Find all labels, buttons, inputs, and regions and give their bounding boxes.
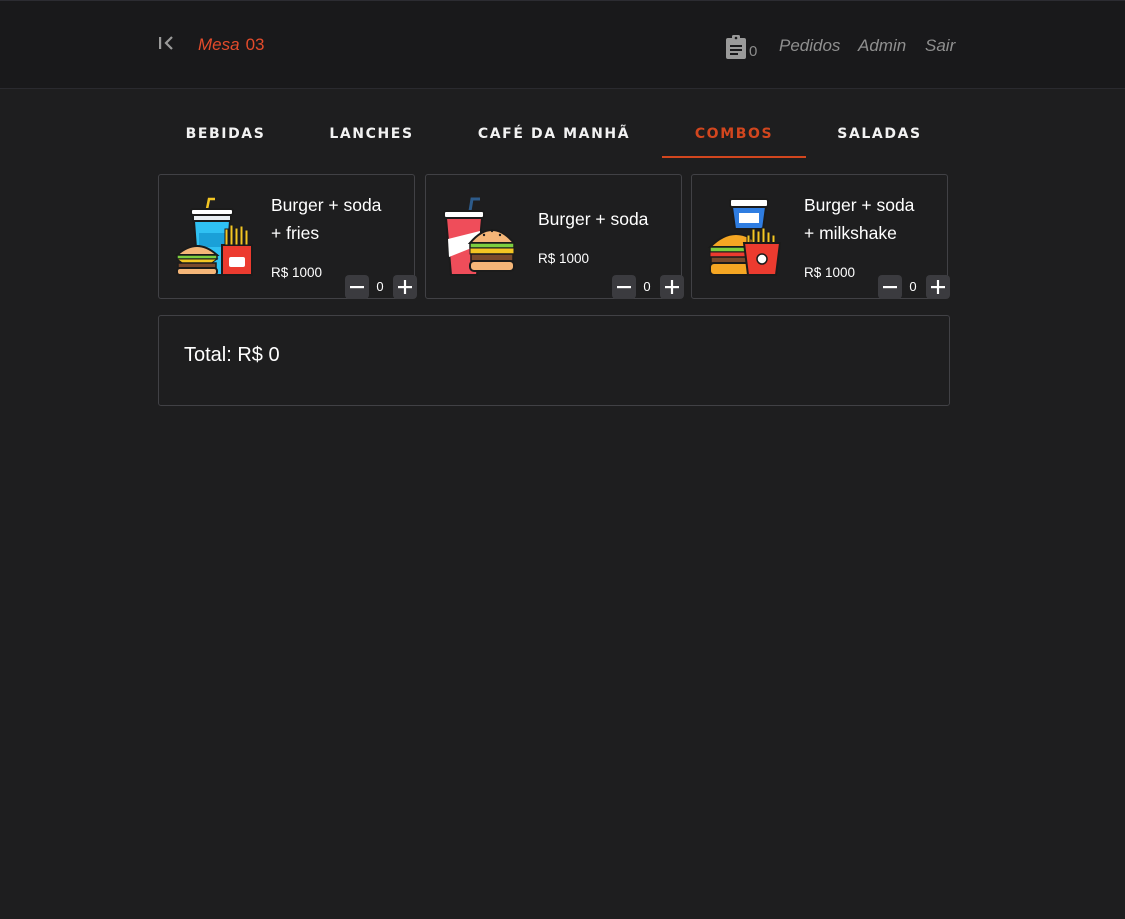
plus-button[interactable]: [660, 275, 684, 299]
nav-link-pedidos[interactable]: Pedidos: [779, 36, 840, 56]
plus-button[interactable]: [926, 275, 950, 299]
minus-button[interactable]: [612, 275, 636, 299]
tab-combos[interactable]: COMBOS: [662, 110, 806, 158]
clipboard-icon: [726, 35, 746, 59]
product-name: Burger + soda + fries: [271, 195, 382, 243]
milkshake-combo-icon: [707, 198, 782, 276]
back-icon[interactable]: [157, 34, 175, 54]
product-price: R$ 1000: [271, 265, 323, 280]
quantity-stepper: 0: [878, 275, 950, 299]
category-tabs: BEBIDAS LANCHES CAFÉ DA MANHÃ COMBOS SAL…: [158, 110, 949, 158]
nav-link-admin[interactable]: Admin: [858, 36, 906, 56]
plus-button[interactable]: [393, 275, 417, 299]
product-card: Burger + soda + fries R$ 1000 0: [158, 174, 417, 299]
plus-icon: [398, 280, 412, 294]
product-name: Burger + soda: [538, 209, 649, 229]
tab-lanches[interactable]: LANCHES: [304, 110, 439, 158]
minus-button[interactable]: [345, 275, 369, 299]
total-label: Total: R$ 0: [184, 344, 280, 366]
product-price: R$ 1000: [538, 251, 590, 266]
minus-icon: [350, 286, 364, 289]
orders-count: 0: [749, 43, 758, 60]
burger-soda-fries-icon: [174, 197, 253, 276]
product-card: Burger + soda + milkshake R$ 1000 0: [691, 174, 950, 299]
top-navbar: Mesa 03 0 Pedidos Admin Sair: [0, 0, 1125, 89]
table-number: 03: [245, 35, 265, 54]
order-total-panel: Total: R$ 0: [158, 315, 950, 406]
minus-button[interactable]: [878, 275, 902, 299]
table-label: Mesa 03: [198, 35, 265, 55]
minus-icon: [883, 286, 897, 289]
quantity-stepper: 0: [612, 275, 684, 299]
table-word: Mesa: [198, 35, 240, 54]
plus-icon: [665, 280, 679, 294]
quantity-stepper: 0: [345, 275, 417, 299]
nav-link-sair[interactable]: Sair: [925, 36, 955, 56]
quantity-value: 0: [376, 279, 384, 294]
tab-cafe-da-manha[interactable]: CAFÉ DA MANHÃ: [450, 110, 658, 158]
product-card: Burger + soda R$ 1000 0: [425, 174, 684, 299]
minus-icon: [617, 286, 631, 289]
plus-icon: [931, 280, 945, 294]
quantity-value: 0: [643, 279, 651, 294]
tab-bebidas[interactable]: BEBIDAS: [158, 110, 293, 158]
soda-burger-icon: [443, 197, 517, 276]
tab-saladas[interactable]: SALADAS: [812, 110, 947, 158]
product-price: R$ 1000: [804, 265, 856, 280]
product-name: Burger + soda + milkshake: [804, 195, 915, 243]
quantity-value: 0: [909, 279, 917, 294]
